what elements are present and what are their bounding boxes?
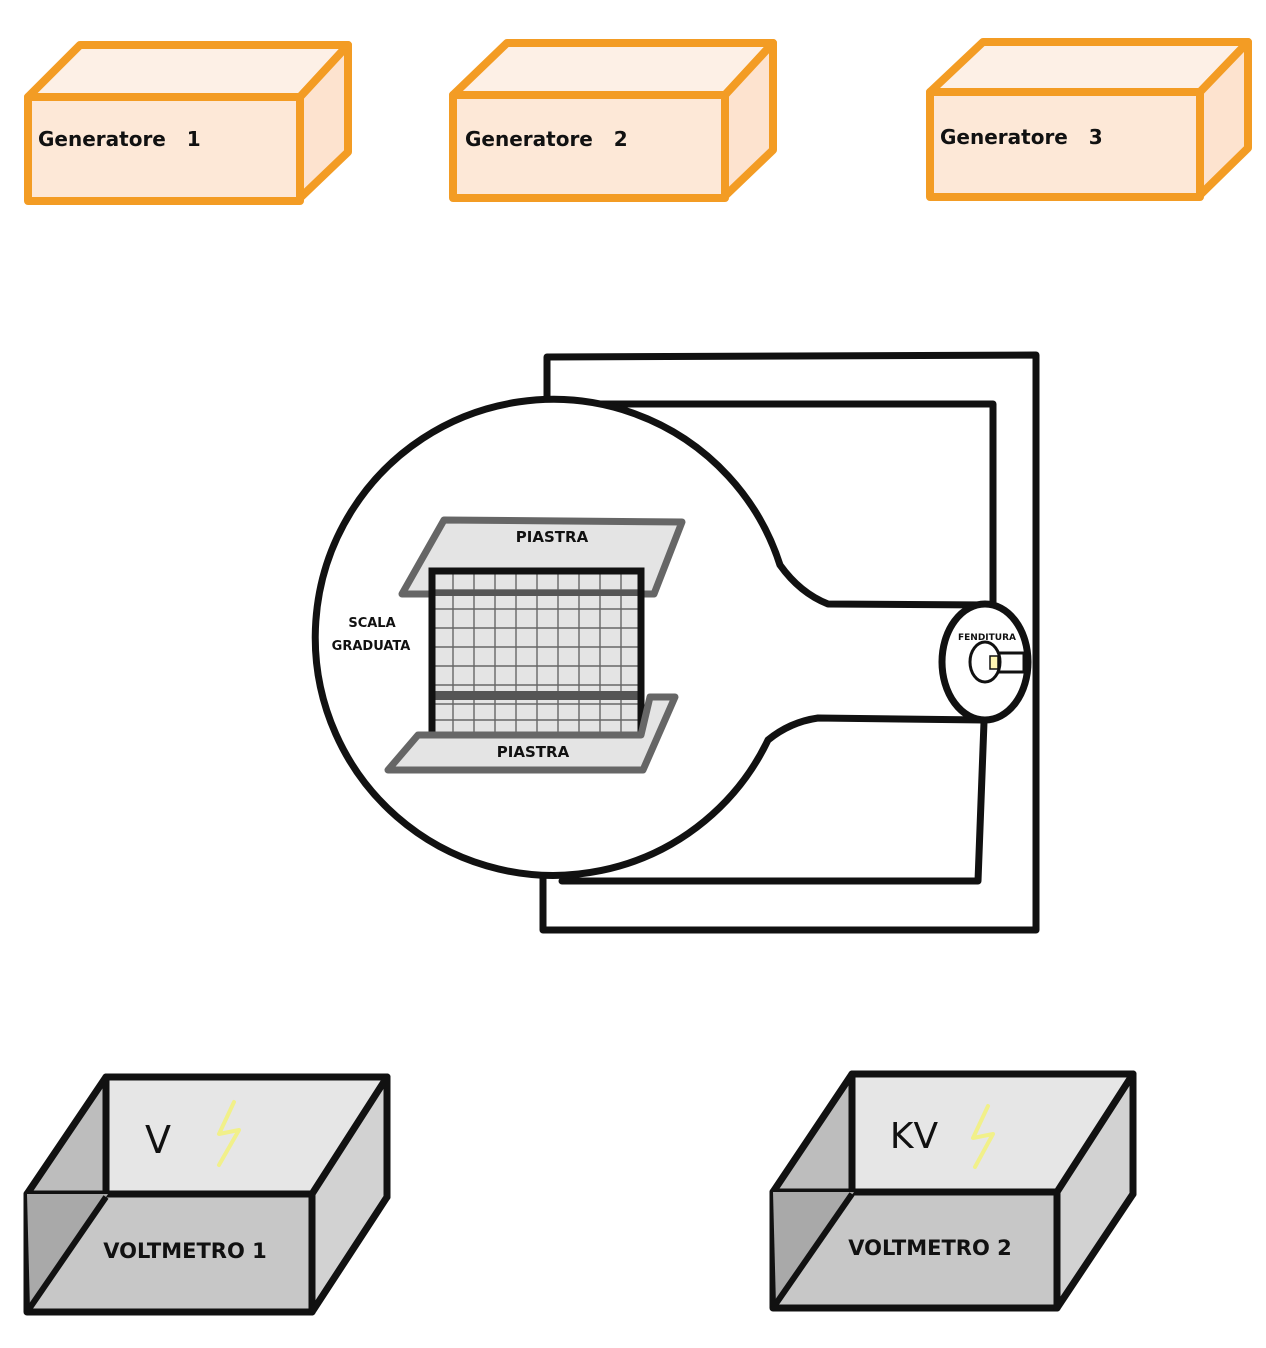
plate-top-label: PIASTRA [516, 528, 589, 546]
voltmeter-1: VOLTMETRO 1 V [23, 1073, 391, 1316]
plate-bottom-label: PIASTRA [497, 743, 570, 761]
voltmeter-1-unit: V [145, 1118, 171, 1162]
voltmeter-2-label: VOLTMETRO 2 [848, 1236, 1011, 1260]
scale-label-line1: SCALA [348, 616, 395, 631]
slit-assembly: FENDITURA [938, 600, 1032, 724]
generator-2: Generatore 2 [449, 39, 777, 202]
graduated-scale [428, 567, 645, 739]
apparatus-diagram: Generatore 1 Generatore 2 Generatore 3 P… [23, 38, 1252, 1316]
slit-label: FENDITURA [958, 633, 1016, 643]
generator-1-label: Generatore 1 [38, 127, 201, 151]
voltmeter-1-label: VOLTMETRO 1 [103, 1239, 266, 1263]
generator-3-label: Generatore 3 [940, 125, 1103, 149]
voltmeter-2: VOLTMETRO 2 KV [769, 1070, 1137, 1312]
scale-label-line2: GRADUATA [332, 639, 411, 654]
generator-2-label: Generatore 2 [465, 127, 628, 151]
voltmeter-2-unit: KV [890, 1116, 939, 1157]
cathode-ray-tube [311, 395, 995, 879]
generator-3: Generatore 3 [926, 38, 1252, 201]
generator-1: Generatore 1 [24, 41, 352, 205]
